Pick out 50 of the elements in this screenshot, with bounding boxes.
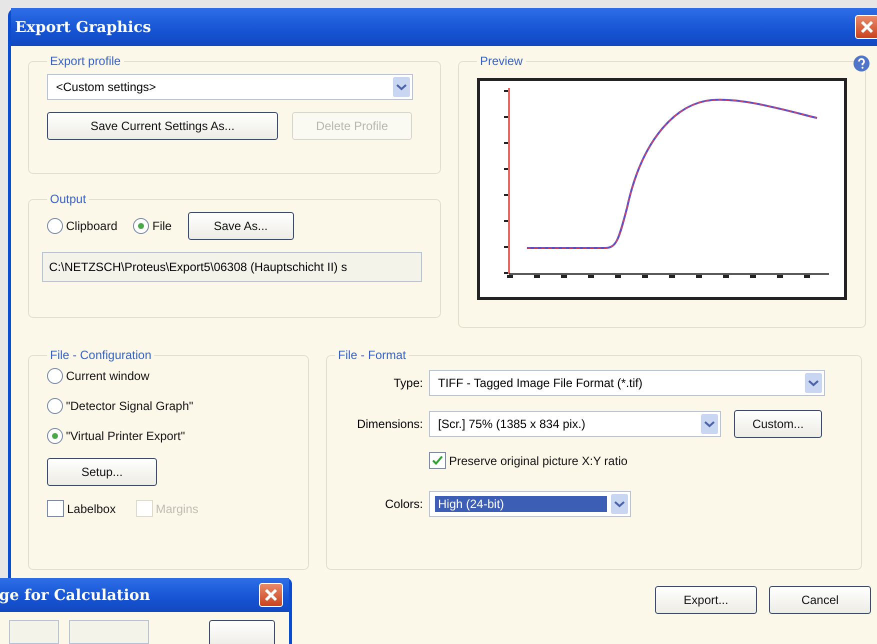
- radio-button[interactable]: [47, 218, 63, 234]
- checkbox-label: Labelbox: [67, 502, 116, 516]
- radio-option[interactable]: "Detector Signal Graph": [47, 398, 290, 414]
- export-button[interactable]: Export...: [655, 586, 757, 614]
- close-icon: [860, 20, 874, 34]
- checkbox-label: Margins: [156, 502, 198, 516]
- colors-label: Colors:: [384, 497, 423, 511]
- radio-label: Clipboard: [66, 219, 118, 233]
- save-as-button[interactable]: Save As...: [188, 212, 294, 240]
- help-icon[interactable]: [853, 55, 870, 72]
- radio-button[interactable]: [47, 368, 63, 384]
- checkbox-label: Preserve original picture X:Y ratio: [449, 454, 628, 468]
- save-settings-button[interactable]: Save Current Settings As...: [47, 112, 278, 140]
- group-title: Export profile: [49, 54, 122, 68]
- radio-label: File: [152, 219, 172, 233]
- checkbox-option[interactable]: Preserve original picture X:Y ratio: [429, 452, 628, 469]
- group-title: File - Format: [337, 348, 408, 362]
- profile-dropdown[interactable]: <Custom settings>: [47, 74, 413, 100]
- window-title: Export Graphics: [15, 18, 152, 36]
- group-title: File - Configuration: [49, 348, 152, 362]
- radio-button[interactable]: [47, 428, 63, 444]
- setup-button[interactable]: Setup...: [47, 458, 157, 486]
- radio-button[interactable]: [133, 218, 150, 234]
- type-label: Type:: [392, 376, 423, 390]
- colors-dropdown[interactable]: High (24-bit): [429, 491, 631, 517]
- radio-button[interactable]: [47, 398, 63, 414]
- ok-button[interactable]: [209, 620, 275, 644]
- radio-option[interactable]: File: [133, 218, 172, 234]
- radio-option[interactable]: Clipboard: [47, 218, 118, 234]
- close-button[interactable]: [855, 15, 877, 39]
- dimensions-label: Dimensions:: [356, 417, 423, 431]
- input-field[interactable]: [69, 620, 149, 644]
- cancel-button[interactable]: Cancel: [769, 586, 871, 614]
- custom-button[interactable]: Custom...: [734, 410, 822, 438]
- radio-option[interactable]: Current window: [47, 368, 290, 384]
- group-title: Output: [49, 192, 88, 206]
- dimensions-dropdown[interactable]: [Scr.] 75% (1385 x 834 pix.): [429, 411, 721, 437]
- checkbox-option[interactable]: Labelbox: [47, 500, 116, 517]
- checkbox[interactable]: [47, 500, 64, 517]
- close-button[interactable]: [259, 583, 283, 607]
- input-field[interactable]: [9, 620, 59, 644]
- type-dropdown[interactable]: TIFF - Tagged Image File Format (*.tif): [429, 370, 825, 396]
- group-title: Preview: [479, 54, 524, 68]
- radio-label: Current window: [66, 369, 150, 383]
- close-icon: [264, 588, 278, 602]
- path-field[interactable]: C:\NETZSCH\Proteus\Export5\06308 (Hauptschicht II) s: [42, 252, 422, 282]
- radio-label: "Detector Signal Graph": [66, 399, 194, 413]
- radio-option[interactable]: "Virtual Printer Export": [47, 428, 290, 444]
- checkbox[interactable]: [429, 452, 446, 469]
- radio-label: "Virtual Printer Export": [66, 429, 186, 443]
